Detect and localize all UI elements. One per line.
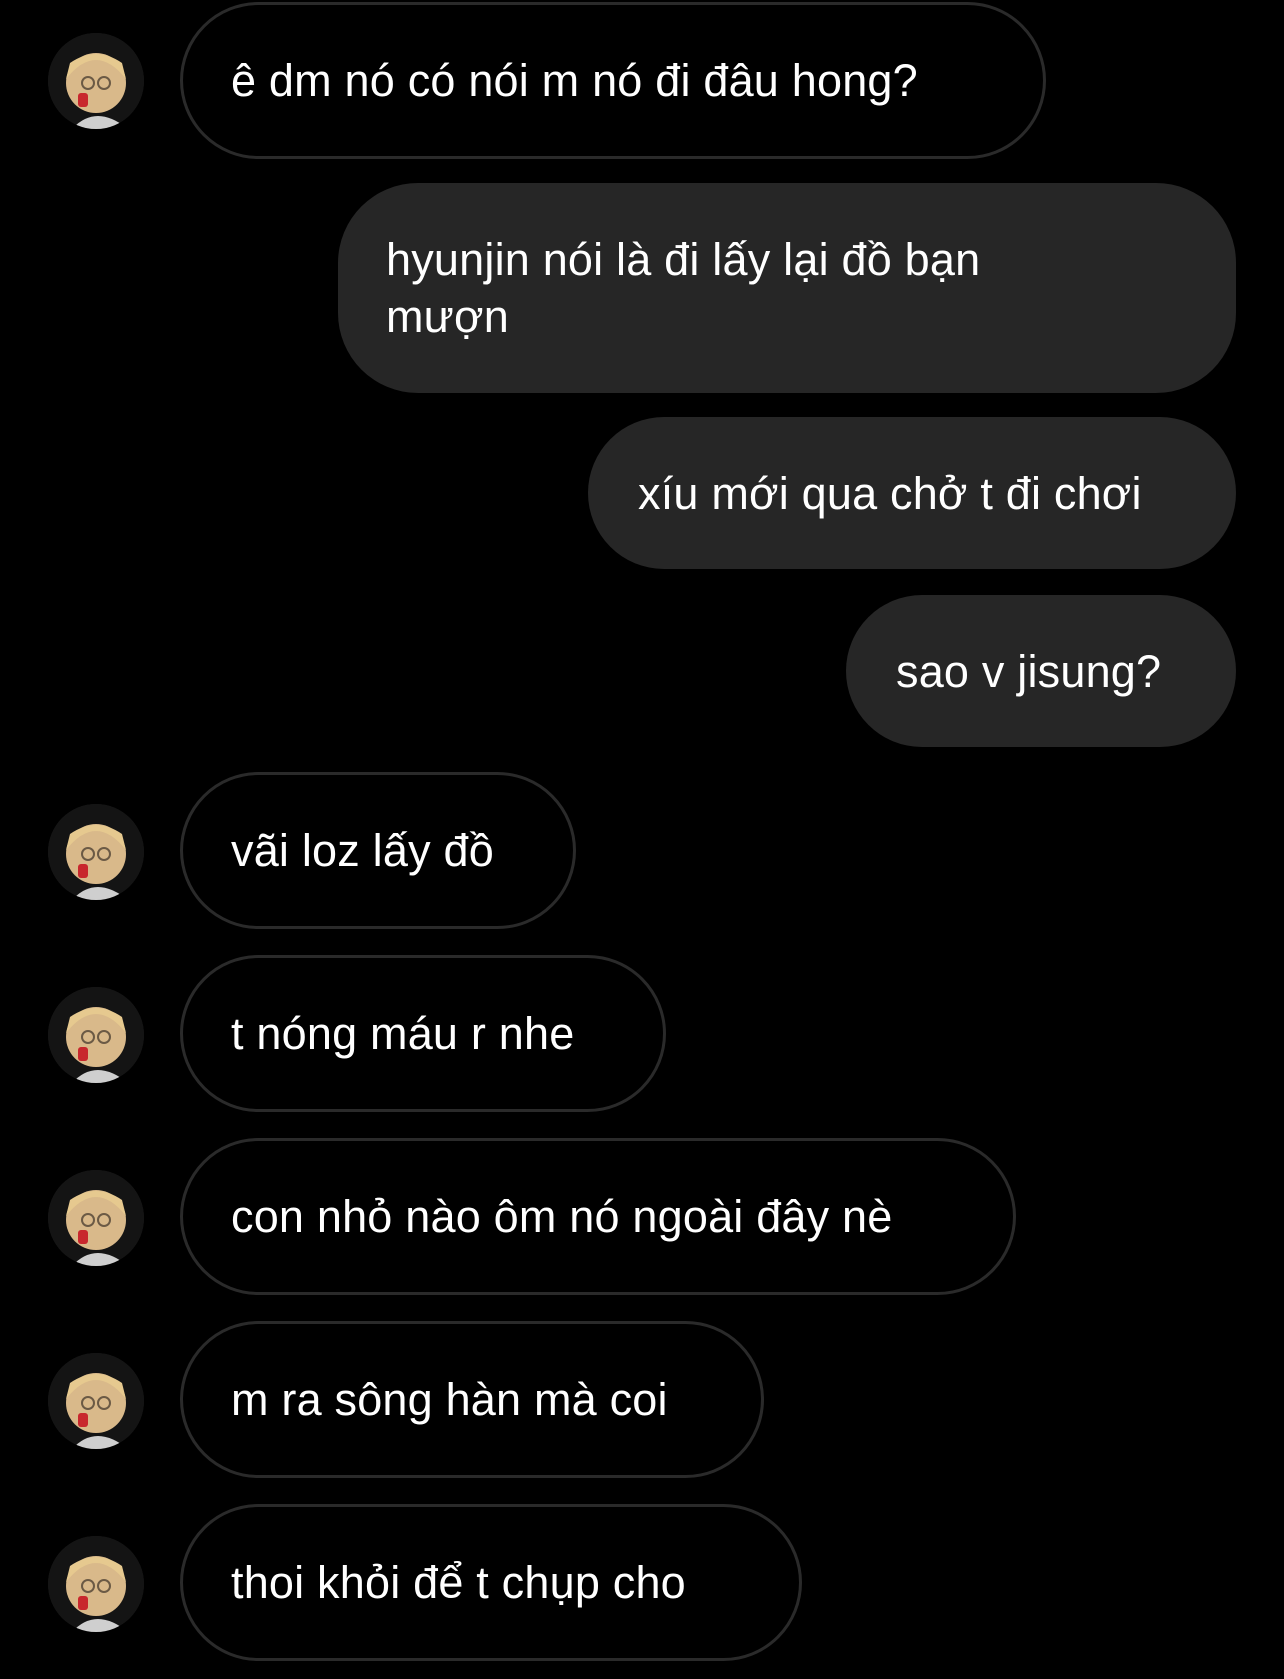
message-text: vãi loz lấy đồ [231,825,494,876]
contact-avatar-icon[interactable] [48,987,144,1083]
outgoing-message-bubble[interactable]: sao v jisung? [846,595,1236,747]
message-text: xíu mới qua chở t đi chơi [638,467,1142,519]
message-text: t nóng máu r nhe [231,1008,575,1059]
message-text: thoi khỏi để t chụp cho [231,1557,686,1608]
incoming-message-bubble[interactable]: thoi khỏi để t chụp cho [180,1504,802,1661]
contact-avatar-icon[interactable] [48,804,144,900]
message-text: ê dm nó có nói m nó đi đâu hong? [231,55,918,106]
incoming-message-bubble[interactable]: con nhỏ nào ôm nó ngoài đây nè [180,1138,1016,1295]
message-thread[interactable]: ê dm nó có nói m nó đi đâu hong? hyunjin… [0,0,1284,1679]
contact-avatar-icon[interactable] [48,33,144,129]
message-text: con nhỏ nào ôm nó ngoài đây nè [231,1191,893,1242]
contact-avatar-icon[interactable] [48,1353,144,1449]
message-text: m ra sông hàn mà coi [231,1374,668,1425]
incoming-message-bubble[interactable]: t nóng máu r nhe [180,955,666,1112]
contact-avatar-icon[interactable] [48,1170,144,1266]
incoming-message-bubble[interactable]: m ra sông hàn mà coi [180,1321,764,1478]
message-text: sao v jisung? [896,645,1162,697]
incoming-message-bubble[interactable]: ê dm nó có nói m nó đi đâu hong? [180,2,1046,159]
outgoing-message-bubble[interactable]: xíu mới qua chở t đi chơi [588,417,1236,569]
message-text: hyunjin nói là đi lấy lại đồ bạn mượn [386,234,981,342]
outgoing-message-bubble[interactable]: hyunjin nói là đi lấy lại đồ bạn mượn [338,183,1236,393]
incoming-message-bubble[interactable]: vãi loz lấy đồ [180,772,576,929]
contact-avatar-icon[interactable] [48,1536,144,1632]
